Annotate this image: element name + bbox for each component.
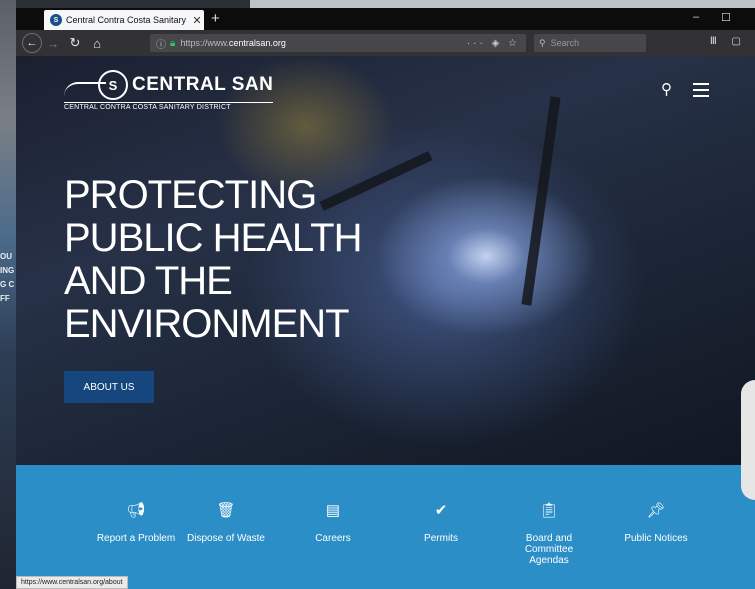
library-icon[interactable]: Ⅲ ▢ (710, 36, 747, 47)
reload-icon[interactable]: ↻ (64, 35, 86, 51)
new-tab-icon[interactable]: + (211, 10, 220, 28)
tab-bar: S Central Contra Costa Sanitary ✕ + – ☐ (16, 8, 755, 30)
home-icon[interactable]: ⌂ (86, 36, 108, 51)
site-logo[interactable]: S CENTRAL SAN CENTRAL CONTRA COSTA SANIT… (64, 70, 274, 111)
quicklink-board-agendas[interactable]: 📋︎ Board and Committee Agendas (504, 502, 594, 566)
clipboard-clock-icon: 📋︎ (539, 502, 559, 519)
quicklink-report-problem[interactable]: 📢︎ Report a Problem (91, 502, 181, 544)
address-bar[interactable]: ⓘ 🔒︎ https://www.centralsan.org ··· ◈ ☆ (150, 34, 526, 52)
check-circle-icon: ✔︎ (434, 502, 448, 519)
status-bar-url: https://www.centralsan.org/about (16, 576, 128, 589)
site-info-icon[interactable]: ⓘ (156, 36, 166, 51)
quicklink-careers[interactable]: ▤ Careers (288, 502, 378, 544)
quicklink-label: Report a Problem (96, 533, 176, 544)
desktop-text-fragment: FF (0, 294, 10, 303)
quicklink-label: Board and Committee Agendas (524, 533, 574, 566)
url-text: https://www.centralsan.org (180, 38, 286, 48)
tab-title: Central Contra Costa Sanitary (66, 15, 187, 25)
hamburger-menu-icon[interactable] (693, 83, 709, 101)
forward-icon[interactable]: → (42, 36, 64, 51)
logo-subtitle: CENTRAL CONTRA COSTA SANITARY DISTRICT (64, 102, 274, 111)
quicklink-label: Permits (424, 533, 458, 544)
megaphone-icon: 📢︎ (126, 502, 146, 519)
maximize-icon[interactable]: ☐ (721, 11, 731, 24)
desktop-background-left: OU ING G C FF (0, 0, 16, 589)
lock-icon: 🔒︎ (170, 37, 176, 49)
id-card-icon: ▤ (325, 502, 341, 519)
desktop-background-top (250, 0, 755, 8)
desktop-text-fragment: G C (0, 280, 15, 289)
quicklink-permits[interactable]: ✔︎ Permits (396, 502, 486, 544)
web-page: S CENTRAL SAN CENTRAL CONTRA COSTA SANIT… (16, 56, 755, 589)
hero-chain-shape (521, 96, 561, 306)
close-tab-icon[interactable]: ✕ (190, 14, 204, 27)
page-actions-icon[interactable]: ··· ◈ ☆ (467, 38, 520, 49)
hero-banner: S CENTRAL SAN CENTRAL CONTRA COSTA SANIT… (16, 56, 755, 465)
minimize-icon[interactable]: – (693, 11, 699, 23)
quicklink-label: Public Notices (624, 533, 688, 544)
logo-mark: S (98, 70, 128, 100)
quicklink-label: Careers (315, 533, 351, 544)
search-icon: ⚲ (539, 37, 546, 48)
logo-name: CENTRAL SAN (132, 74, 274, 95)
quicklink-dispose-waste[interactable]: 🗑︎ Dispose of Waste (181, 502, 271, 544)
browser-window: S Central Contra Costa Sanitary ✕ + – ☐ … (16, 8, 755, 589)
pushpin-icon: 📌︎ (646, 502, 666, 519)
about-us-button[interactable]: ABOUT US (64, 371, 154, 403)
trash-icon: 🗑︎ (216, 502, 236, 519)
quicklinks-band: 📢︎ Report a Problem 🗑︎ Dispose of Waste … (16, 465, 755, 589)
browser-tab[interactable]: S Central Contra Costa Sanitary ✕ (44, 10, 204, 30)
desktop-text-fragment: ING (0, 266, 15, 275)
search-box[interactable]: ⚲ Search (534, 34, 646, 52)
quicklink-label: Dispose of Waste (187, 533, 265, 544)
navigation-toolbar: ← → ↻ ⌂ ⓘ 🔒︎ https://www.centralsan.org … (16, 30, 755, 56)
favicon-icon: S (50, 14, 62, 26)
search-placeholder: Search (550, 38, 580, 48)
site-search-icon[interactable]: ⚲ (661, 80, 672, 98)
desktop-background-right (741, 380, 755, 500)
desktop-text-fragment: OU (0, 252, 12, 261)
hero-headline: PROTECTING PUBLIC HEALTH AND THE ENVIRON… (64, 173, 362, 346)
back-icon[interactable]: ← (22, 33, 42, 53)
quicklink-public-notices[interactable]: 📌︎ Public Notices (606, 502, 706, 544)
